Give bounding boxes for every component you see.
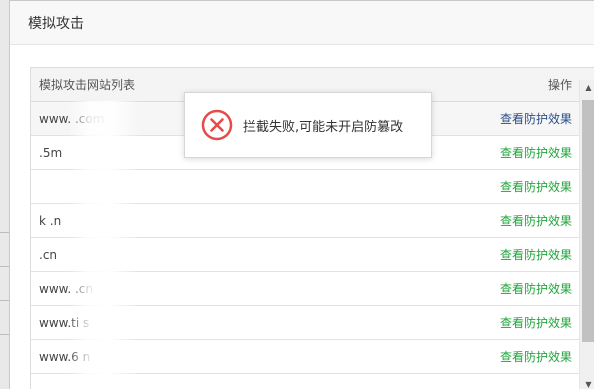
site-name: k .n: [39, 213, 62, 228]
header-action: 操作: [547, 78, 572, 92]
header-site: 模拟攻击网站列表: [39, 78, 136, 92]
view-protection-link[interactable]: 查看防护效果: [500, 314, 572, 331]
error-toast: 拦截失败,可能未开启防篡改: [184, 92, 432, 158]
vertical-scrollbar[interactable]: ▲ ▼: [579, 80, 594, 389]
view-protection-link[interactable]: 查看防护效果: [500, 144, 572, 161]
scroll-thumb[interactable]: [582, 100, 594, 342]
error-circle-icon: [201, 109, 233, 141]
scroll-up-icon[interactable]: ▲: [580, 80, 594, 94]
dialog-title: 模拟攻击: [28, 15, 84, 32]
view-protection-link[interactable]: 查看防护效果: [500, 178, 572, 195]
view-protection-link[interactable]: 查看防护效果: [500, 110, 572, 127]
view-protection-link[interactable]: 查看防护效果: [500, 348, 572, 365]
site-name: .cn: [39, 247, 58, 262]
view-protection-link[interactable]: 查看防护效果: [500, 212, 572, 229]
toast-message: 拦截失败,可能未开启防篡改: [243, 119, 404, 135]
site-name: .5m: [39, 145, 63, 160]
simulate-attack-dialog: 模拟攻击 模拟攻击网站列表 操作 www. .com 查看防护效果 .5m 查看…: [9, 0, 594, 389]
redaction-overlay: [68, 101, 140, 389]
dialog-header: 模拟攻击: [10, 1, 594, 45]
view-protection-link[interactable]: 查看防护效果: [500, 246, 572, 263]
view-protection-link[interactable]: 查看防护效果: [500, 280, 572, 297]
scroll-down-icon[interactable]: ▼: [580, 377, 594, 389]
